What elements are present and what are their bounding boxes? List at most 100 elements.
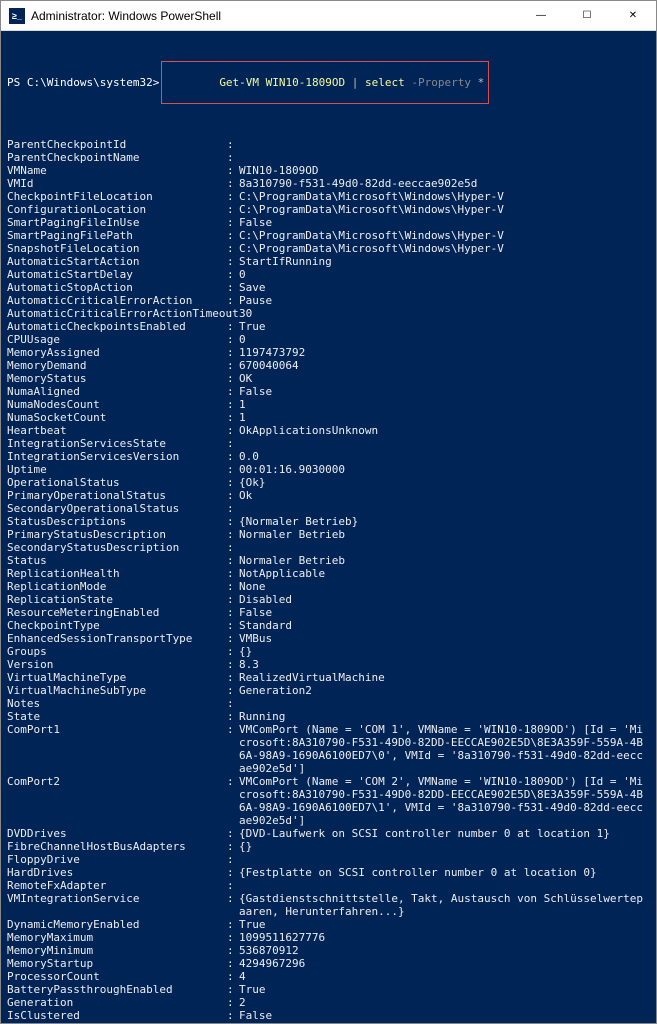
property-separator: : [227, 697, 239, 710]
property-separator: : [227, 281, 239, 294]
property-key: IntegrationServicesVersion [7, 450, 227, 463]
property-separator: : [227, 671, 239, 684]
property-value: 30 [239, 307, 252, 320]
cmd-property-flag: -Property [405, 76, 478, 89]
property-value: 1197473792 [239, 346, 305, 359]
property-key: AutomaticStartAction [7, 255, 227, 268]
property-separator: : [227, 411, 239, 424]
property-key: StatusDescriptions [7, 515, 227, 528]
property-key: FloppyDrive [7, 853, 227, 866]
cmd-getvm: Get-VM WIN10-1809OD [219, 76, 345, 89]
property-separator: : [227, 424, 239, 437]
titlebar[interactable]: ≥_ Administrator: Windows PowerShell — ☐… [1, 1, 656, 31]
output-line: IsClustered: False [7, 1009, 650, 1022]
output-line: IntegrationServicesVersion: 0.0 [7, 450, 650, 463]
property-value: C:\ProgramData\Microsoft\Windows\Hyper-V [239, 242, 504, 255]
output-line: ComPort2: VMComPort (Name = 'COM 2', VMN… [7, 775, 650, 827]
property-separator: : [227, 567, 239, 580]
output-line: SnapshotFileLocation: C:\ProgramData\Mic… [7, 242, 650, 255]
property-key: IntegrationServicesState [7, 437, 227, 450]
property-key: Notes [7, 697, 227, 710]
property-separator: : [227, 502, 239, 515]
property-separator: : [227, 944, 239, 957]
property-separator: : [227, 151, 239, 164]
property-value: 00:01:16.9030000 [239, 463, 345, 476]
output-line: ReplicationState: Disabled [7, 593, 650, 606]
output-line: ParentCheckpointName: [7, 151, 650, 164]
prompt-line: PS C:\Windows\system32> Get-VM WIN10-180… [7, 61, 650, 104]
close-button[interactable]: ✕ [610, 1, 656, 30]
property-key: Status [7, 554, 227, 567]
window-title: Administrator: Windows PowerShell [31, 9, 518, 23]
property-value: 0 [239, 268, 246, 281]
output-line: AutomaticCriticalErrorActionTimeout: 30 [7, 307, 650, 320]
cmd-select: select [365, 76, 405, 89]
property-key: State [7, 710, 227, 723]
property-key: ParentCheckpointId [7, 138, 227, 151]
maximize-button[interactable]: ☐ [564, 1, 610, 30]
cmd-star: * [478, 76, 485, 89]
property-key: EnhancedSessionTransportType [7, 632, 227, 645]
property-value: False [239, 606, 272, 619]
powershell-icon: ≥_ [9, 8, 25, 24]
property-separator: : [227, 606, 239, 619]
property-key: MemoryMinimum [7, 944, 227, 957]
property-value: {} [239, 645, 252, 658]
output-line: Version: 8.3 [7, 658, 650, 671]
property-value: Pause [239, 294, 272, 307]
property-key: OperationalStatus [7, 476, 227, 489]
property-separator: : [227, 242, 239, 255]
property-key: SnapshotFileLocation [7, 242, 227, 255]
property-separator: : [227, 398, 239, 411]
output-line: VMId: 8a310790-f531-49d0-82dd-eeccae902e… [7, 177, 650, 190]
property-value: 1099511627776 [239, 931, 325, 944]
property-key: SecondaryStatusDescription [7, 541, 227, 554]
property-separator: : [227, 931, 239, 944]
property-separator: : [227, 333, 239, 346]
property-value: OkApplicationsUnknown [239, 424, 378, 437]
output-line: ReplicationHealth: NotApplicable [7, 567, 650, 580]
property-separator: : [227, 216, 239, 229]
property-key: VMName [7, 164, 227, 177]
property-separator: : [227, 138, 239, 151]
property-key: VMIntegrationService [7, 892, 227, 918]
property-key: DynamicMemoryEnabled [7, 918, 227, 931]
property-key: VirtualMachineType [7, 671, 227, 684]
property-key: VMId [7, 177, 227, 190]
property-value: 1 [239, 411, 246, 424]
property-separator: : [227, 996, 239, 1009]
output-line: SecondaryStatusDescription: [7, 541, 650, 554]
minimize-button[interactable]: — [518, 1, 564, 30]
property-key: SmartPagingFileInUse [7, 216, 227, 229]
property-separator: : [227, 450, 239, 463]
output-line: CheckpointFileLocation: C:\ProgramData\M… [7, 190, 650, 203]
output-line: ProcessorCount: 4 [7, 970, 650, 983]
property-key: MemoryDemand [7, 359, 227, 372]
property-key: Uptime [7, 463, 227, 476]
property-separator: : [227, 619, 239, 632]
output-line: Heartbeat: OkApplicationsUnknown [7, 424, 650, 437]
output-line: ConfigurationLocation: C:\ProgramData\Mi… [7, 203, 650, 216]
output-line: PrimaryStatusDescription: Normaler Betri… [7, 528, 650, 541]
property-separator: : [227, 359, 239, 372]
prompt-prefix: PS C:\Windows\system32> [7, 76, 159, 89]
console-area[interactable]: PS C:\Windows\system32> Get-VM WIN10-180… [1, 31, 656, 1023]
property-separator: : [227, 983, 239, 996]
property-value: 536870912 [239, 944, 299, 957]
output-line: VMName: WIN10-1809OD [7, 164, 650, 177]
property-separator: : [227, 385, 239, 398]
output-line: MemoryStartup: 4294967296 [7, 957, 650, 970]
property-value: 8.3 [239, 658, 259, 671]
property-separator: : [227, 658, 239, 671]
property-key: SmartPagingFilePath [7, 229, 227, 242]
property-separator: : [227, 632, 239, 645]
output-line: VMIntegrationService: {Gastdienstschnitt… [7, 892, 650, 918]
property-separator: : [227, 489, 239, 502]
output-line: FibreChannelHostBusAdapters: {} [7, 840, 650, 853]
property-value: Generation2 [239, 684, 312, 697]
output-line: AutomaticStopAction: Save [7, 281, 650, 294]
property-separator: : [227, 203, 239, 216]
property-key: SecondaryOperationalStatus [7, 502, 227, 515]
property-value: 0.0 [239, 450, 259, 463]
output-line: VirtualMachineType: RealizedVirtualMachi… [7, 671, 650, 684]
